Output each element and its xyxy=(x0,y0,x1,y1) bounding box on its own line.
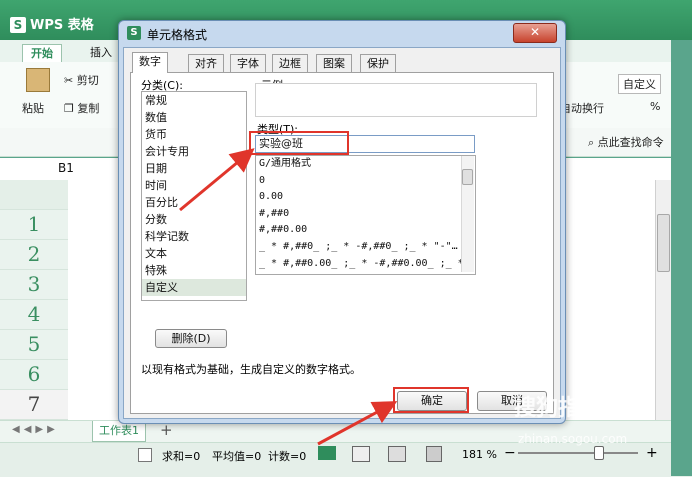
watermark-url: zhinan.sogou.com xyxy=(518,432,628,446)
tab-number[interactable]: 数字 xyxy=(132,52,168,73)
arrow-to-type-input xyxy=(179,148,255,212)
watermark-brand: 搜狗指南 xyxy=(514,396,603,421)
arrow-to-ok-button xyxy=(317,401,398,446)
